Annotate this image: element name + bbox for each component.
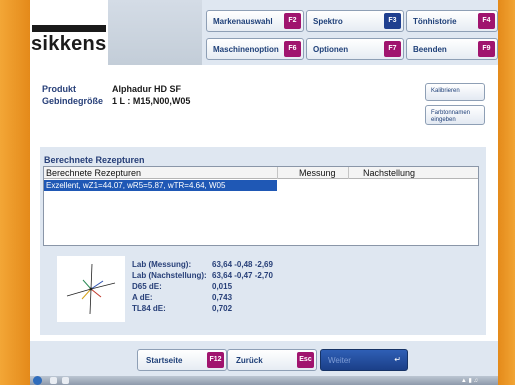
recipe-panel: Berechnete Rezepturen Berechnete Rezeptu…: [40, 147, 486, 335]
recipe-panel-title: Berechnete Rezepturen: [44, 155, 145, 165]
button-label: Startseite: [146, 356, 183, 365]
startseite-button[interactable]: Startseite F12: [137, 349, 227, 371]
esc-key-badge: Esc: [297, 352, 314, 368]
tl84-de-label: TL84 dE:: [132, 304, 166, 313]
a-de-label: A dE:: [132, 293, 153, 302]
f4-key-badge: F4: [478, 13, 495, 29]
button-label: Tönhistorie: [413, 17, 457, 26]
desktop-background-left: [0, 0, 30, 385]
spektro-button[interactable]: Spektro F3: [306, 10, 404, 32]
lab-measurement-value: 63,64 -0,48 -2,69: [212, 260, 273, 269]
logo-bar: [32, 25, 106, 32]
logo-text: sikkens: [31, 33, 107, 55]
taskbar: ▲ ▮ ♫: [30, 376, 498, 385]
column-header-measurement[interactable]: Messung: [299, 168, 336, 178]
a-de-value: 0,743: [212, 293, 233, 302]
button-label: Zurück: [236, 356, 263, 365]
footer-bar: Startseite F12 Zurück Esc Weiter ↵: [30, 341, 498, 376]
toenhistorie-button[interactable]: Tönhistorie F4: [406, 10, 498, 32]
f6-key-badge: F6: [284, 41, 301, 57]
lab-measurement-label: Lab (Messung):: [132, 260, 192, 269]
enter-icon: ↵: [394, 355, 401, 364]
app-window: sikkens Markenauswahl F2 Spektro F3 Tönh…: [30, 0, 498, 376]
header-bar: sikkens Markenauswahl F2 Spektro F3 Tönh…: [30, 0, 498, 65]
lab-adjustment-value: 63,64 -0,47 -2,70: [212, 271, 273, 280]
f3-key-badge: F3: [384, 13, 401, 29]
recipe-table[interactable]: Berechnete Rezepturen Messung Nachstellu…: [43, 166, 479, 246]
button-label: Optionen: [313, 45, 349, 54]
d65-de-value: 0,015: [212, 282, 233, 291]
product-value: Alphadur HD SF: [112, 84, 181, 94]
calibrate-button[interactable]: Kalibrieren: [425, 83, 485, 101]
table-header: Berechnete Rezepturen Messung Nachstellu…: [44, 167, 478, 179]
maschinenoption-button[interactable]: Maschinenoption F6: [206, 38, 304, 60]
header-filler: [108, 0, 202, 65]
button-label: Maschinenoption: [213, 45, 279, 54]
button-label: Beenden: [413, 45, 447, 54]
optionen-button[interactable]: Optionen F7: [306, 38, 404, 60]
f12-key-badge: F12: [207, 352, 224, 368]
color-axis-diagram: [57, 256, 125, 322]
column-divider: [277, 167, 278, 179]
f9-key-badge: F9: [478, 41, 495, 57]
product-label: Produkt: [42, 84, 77, 94]
desktop-background-right: [498, 0, 515, 385]
taskbar-app-icon[interactable]: [50, 377, 57, 384]
logo: sikkens: [30, 0, 108, 65]
f2-key-badge: F2: [284, 13, 301, 29]
column-divider: [348, 167, 349, 179]
column-header-adjustment[interactable]: Nachstellung: [363, 168, 415, 178]
f7-key-badge: F7: [384, 41, 401, 57]
enter-color-name-button[interactable]: Farbtonnamen eingeben: [425, 105, 485, 125]
table-row-selected[interactable]: Exzellent, wZ1=44.07, wR5=5.87, wTR=4.64…: [44, 180, 277, 191]
container-size-value: 1 L : M15,N00,W05: [112, 96, 191, 106]
beenden-button[interactable]: Beenden F9: [406, 38, 498, 60]
lab-adjustment-label: Lab (Nachstellung):: [132, 271, 207, 280]
start-button-icon[interactable]: [33, 376, 42, 385]
button-label: Markenauswahl: [213, 17, 273, 26]
taskbar-app-icon[interactable]: [62, 377, 69, 384]
weiter-button[interactable]: Weiter ↵: [320, 349, 408, 371]
tl84-de-value: 0,702: [212, 304, 233, 313]
system-tray: ▲ ▮ ♫: [460, 378, 478, 384]
container-size-label: Gebindegröße: [42, 96, 104, 106]
column-header-recipe[interactable]: Berechnete Rezepturen: [46, 168, 141, 178]
d65-de-label: D65 dE:: [132, 282, 162, 291]
button-label: Spektro: [313, 17, 343, 26]
button-label: Weiter: [328, 356, 351, 365]
color-axis-icon: [66, 263, 116, 315]
markenauswahl-button[interactable]: Markenauswahl F2: [206, 10, 304, 32]
zurueck-button[interactable]: Zurück Esc: [227, 349, 317, 371]
